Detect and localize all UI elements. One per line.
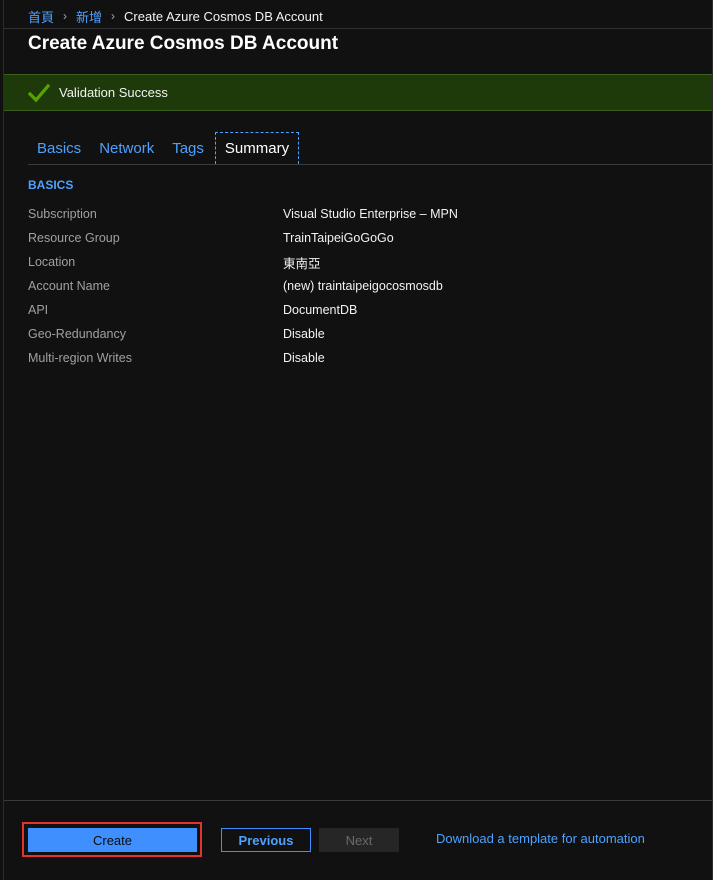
summary-row-multi-region-writes: Multi-region Writes Disable	[28, 346, 628, 370]
chevron-right-icon: ›	[111, 9, 116, 23]
row-value: TrainTaipeiGoGoGo	[283, 231, 394, 245]
next-button: Next	[319, 828, 399, 852]
row-value: 東南亞	[283, 256, 321, 271]
download-template-link[interactable]: Download a template for automation	[436, 831, 645, 846]
chevron-right-icon: ›	[63, 9, 68, 23]
summary-row-api: API DocumentDB	[28, 298, 628, 322]
row-value: Visual Studio Enterprise – MPN	[283, 207, 458, 221]
row-value: (new) traintaipeigocosmosdb	[283, 279, 443, 293]
summary-row-resource-group: Resource Group TrainTaipeiGoGoGo	[28, 226, 628, 250]
row-label: Resource Group	[28, 231, 120, 245]
breadcrumb: 首頁 › 新增 › Create Azure Cosmos DB Account	[28, 7, 323, 25]
breadcrumb-current: Create Azure Cosmos DB Account	[124, 8, 323, 24]
checkmark-icon	[28, 83, 50, 102]
row-value: Disable	[283, 351, 325, 365]
row-label: Geo-Redundancy	[28, 327, 126, 341]
tab-basics[interactable]: Basics	[28, 132, 90, 164]
row-label: Location	[28, 255, 76, 269]
row-label: Multi-region Writes	[28, 351, 132, 365]
section-title-basics: BASICS	[28, 178, 74, 192]
summary-row-subscription: Subscription Visual Studio Enterprise – …	[28, 202, 628, 226]
row-value: Disable	[283, 327, 325, 341]
row-label: Account Name	[28, 279, 110, 293]
footer-divider	[4, 800, 712, 801]
create-button[interactable]: Create	[28, 828, 197, 852]
tab-tags[interactable]: Tags	[163, 132, 213, 164]
row-label: Subscription	[28, 207, 97, 221]
summary-row-account-name: Account Name (new) traintaipeigocosmosdb	[28, 274, 628, 298]
breadcrumb-new[interactable]: 新增	[76, 7, 102, 26]
summary-row-geo-redundancy: Geo-Redundancy Disable	[28, 322, 628, 346]
page-title: Create Azure Cosmos DB Account	[28, 33, 339, 54]
tab-summary[interactable]: Summary	[214, 132, 300, 164]
divider	[4, 28, 713, 29]
row-value: DocumentDB	[283, 303, 358, 317]
validation-banner: Validation Success	[4, 74, 712, 111]
tab-divider	[28, 164, 712, 165]
tab-network[interactable]: Network	[90, 132, 163, 164]
validation-message: Validation Success	[59, 85, 168, 100]
previous-button[interactable]: Previous	[221, 828, 311, 852]
row-label: API	[28, 303, 49, 317]
summary-row-location: Location 東南亞	[28, 250, 628, 274]
summary-list: Subscription Visual Studio Enterprise – …	[28, 202, 628, 370]
breadcrumb-home[interactable]: 首頁	[28, 7, 54, 26]
tab-bar: Basics Network Tags Summary	[28, 132, 300, 164]
